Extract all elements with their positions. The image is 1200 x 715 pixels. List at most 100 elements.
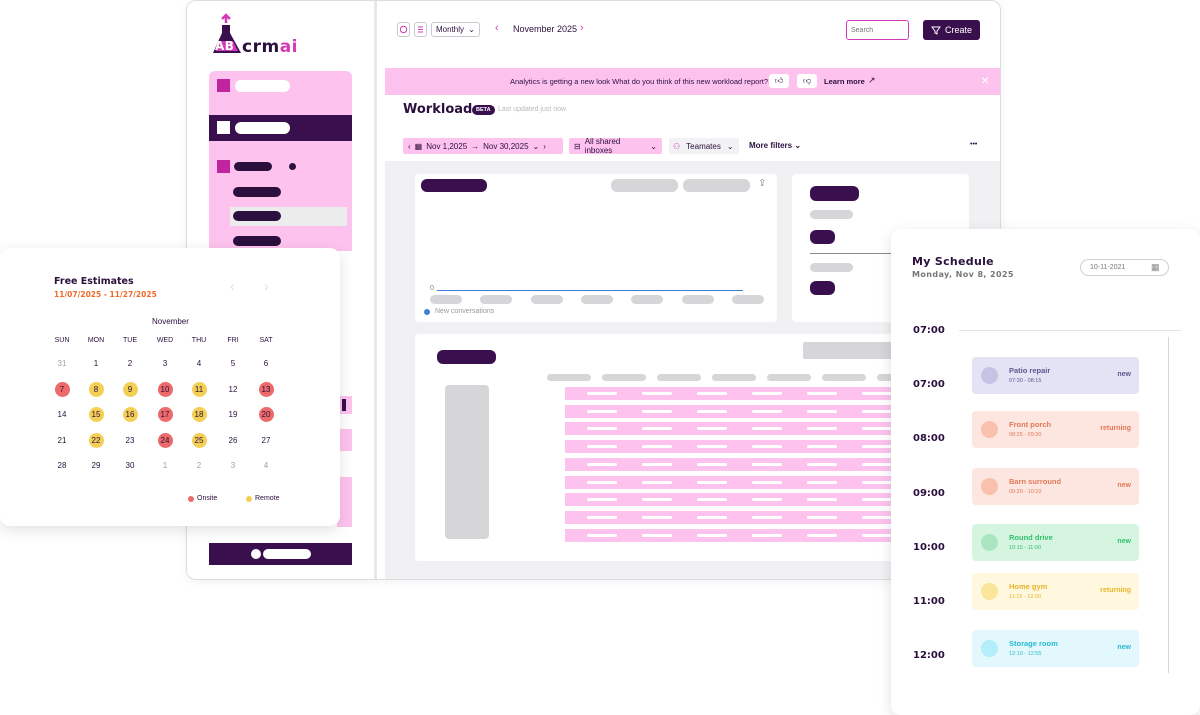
users-icon: ⚇ bbox=[673, 141, 681, 151]
chart-zero-label: 0 bbox=[430, 285, 434, 292]
calendar-day[interactable]: 24 bbox=[157, 432, 173, 448]
calendar-day[interactable]: 15 bbox=[88, 407, 104, 422]
calendar-day[interactable]: 1 bbox=[158, 458, 173, 473]
calendar-day[interactable]: 10 bbox=[157, 381, 173, 397]
calendar-day[interactable]: 25 bbox=[191, 432, 207, 448]
nav-item-1-icon bbox=[217, 79, 230, 92]
nav-subitem-3[interactable] bbox=[233, 236, 281, 246]
view-select[interactable]: Monthly ⌄ bbox=[431, 22, 480, 37]
calendar-day[interactable]: 2 bbox=[123, 356, 138, 371]
nav-item-active-icon bbox=[217, 121, 230, 134]
sidebar-footer-button[interactable] bbox=[209, 543, 352, 565]
upload-icon[interactable]: ⇪ bbox=[758, 178, 766, 189]
event-tag: new bbox=[1117, 644, 1131, 651]
more-options-button[interactable]: ••• bbox=[970, 141, 977, 148]
weekday-header: TUE bbox=[123, 337, 137, 344]
refresh-icon bbox=[399, 25, 408, 34]
schedule-date-input[interactable]: 10-11-2021 ▦ bbox=[1080, 259, 1169, 276]
filter-funnel-icon bbox=[930, 26, 941, 35]
teammates-filter[interactable]: ⚇ Teamates ⌄ bbox=[669, 138, 739, 154]
page-title: Workload bbox=[403, 102, 473, 117]
thumbs-down-button[interactable]: 👎︎ bbox=[797, 74, 817, 88]
calendar-day[interactable]: 16 bbox=[122, 407, 138, 422]
calendar-day[interactable]: 22 bbox=[88, 432, 104, 448]
calendar-day[interactable]: 26 bbox=[226, 433, 241, 448]
remote-legend-label: Remote bbox=[255, 495, 280, 502]
schedule-event[interactable]: Home gym 11:15 - 12:00 returning bbox=[972, 573, 1139, 610]
calendar-day[interactable]: 11 bbox=[191, 381, 207, 397]
nav-group[interactable] bbox=[209, 141, 352, 251]
calendar-day[interactable]: 20 bbox=[258, 407, 274, 422]
chevron-down-icon: ⌄ bbox=[532, 141, 540, 151]
calendar-icon: ▦ bbox=[414, 141, 423, 151]
refresh-button[interactable] bbox=[397, 22, 410, 37]
calendar-day[interactable]: 31 bbox=[55, 356, 70, 371]
announcement-banner: Analytics is getting a new look What do … bbox=[385, 68, 1000, 95]
calendar-day[interactable]: 27 bbox=[259, 433, 274, 448]
weekday-header: WED bbox=[156, 337, 174, 344]
prev-month-button[interactable]: ‹ bbox=[230, 278, 235, 294]
schedule-event[interactable]: Patio repair 07:30 - 08:15 new bbox=[972, 357, 1139, 394]
event-avatar bbox=[981, 583, 998, 600]
calendar-day[interactable]: 18 bbox=[191, 407, 207, 422]
event-time: 08:25 - 09:30 bbox=[1009, 432, 1042, 438]
schedule-event[interactable]: Round drive 10:15 - 11:00 new bbox=[972, 524, 1139, 561]
event-tag: returning bbox=[1100, 425, 1131, 432]
event-time: 11:15 - 12:00 bbox=[1009, 594, 1042, 600]
next-period-button[interactable]: › bbox=[580, 22, 584, 34]
calendar-day[interactable]: 28 bbox=[55, 458, 70, 473]
estimates-range: 11/07/2025 - 11/27/2025 bbox=[54, 290, 157, 299]
event-avatar bbox=[981, 640, 998, 657]
calendar-day[interactable]: 2 bbox=[192, 458, 207, 473]
calendar-day[interactable]: 6 bbox=[259, 356, 274, 371]
calendar-day[interactable]: 4 bbox=[192, 356, 207, 371]
nav-item-1[interactable] bbox=[209, 71, 352, 101]
calendar-day[interactable]: 19 bbox=[226, 407, 241, 422]
calendar-day[interactable]: 12 bbox=[226, 382, 241, 397]
period-label: November 2025 bbox=[513, 24, 578, 34]
weekday-header: FRI bbox=[227, 337, 239, 344]
calendar-day[interactable]: 29 bbox=[89, 458, 104, 473]
chevron-left-icon: ‹ bbox=[408, 141, 411, 151]
calendar-icon: ▦ bbox=[1151, 262, 1160, 272]
calendar-day[interactable]: 4 bbox=[259, 458, 274, 473]
nav-subitem-2[interactable] bbox=[230, 207, 347, 226]
calendar-day[interactable]: 21 bbox=[55, 433, 70, 448]
calendar-day[interactable]: 8 bbox=[88, 381, 104, 397]
schedule-event[interactable]: Barn surround 09:20 - 10:10 new bbox=[972, 468, 1139, 505]
calendar-day[interactable]: 3 bbox=[158, 356, 173, 371]
learn-more-link[interactable]: Learn more bbox=[824, 77, 865, 86]
search-input[interactable] bbox=[846, 20, 909, 40]
schedule-event[interactable]: Storage room 12:10 - 12:55 new bbox=[972, 630, 1139, 667]
calendar-day[interactable]: 17 bbox=[157, 407, 173, 422]
calendar-button[interactable] bbox=[414, 22, 427, 37]
estimates-title: Free Estimates bbox=[54, 276, 134, 287]
calendar-day[interactable]: 23 bbox=[123, 433, 138, 448]
logo-wordmark: AB crmai bbox=[215, 37, 298, 57]
event-avatar bbox=[981, 421, 998, 438]
calendar-day[interactable]: 14 bbox=[55, 407, 70, 422]
date-range-filter[interactable]: ‹ ▦ Nov 1,2025 → Nov 30,2025 ⌄ › bbox=[403, 138, 563, 154]
event-time: 12:10 - 12:55 bbox=[1009, 651, 1042, 657]
schedule-event[interactable]: Front porch 08:25 - 09:30 returning bbox=[972, 411, 1139, 448]
hour-label: 07:00 bbox=[913, 325, 945, 336]
calendar-day[interactable]: 3 bbox=[226, 458, 241, 473]
next-month-button[interactable]: › bbox=[264, 278, 269, 294]
inbox-filter[interactable]: ⊟ All shared inboxes ⌄ bbox=[569, 137, 662, 155]
calendar-day[interactable]: 13 bbox=[258, 381, 274, 397]
calendar-day[interactable]: 7 bbox=[54, 381, 70, 397]
weekday-header: SAT bbox=[259, 337, 273, 344]
banner-close-button[interactable]: × bbox=[981, 72, 989, 88]
thumbs-up-button[interactable]: 👍︎ bbox=[769, 74, 789, 88]
more-filters-button[interactable]: More filters ⌄ bbox=[749, 141, 801, 150]
calendar-day[interactable]: 30 bbox=[123, 458, 138, 473]
calendar-day[interactable]: 9 bbox=[122, 381, 138, 397]
calendar-day[interactable]: 5 bbox=[226, 356, 241, 371]
calendar-day[interactable]: 1 bbox=[89, 356, 104, 371]
create-button[interactable]: Create bbox=[923, 20, 980, 40]
nav-item-active[interactable] bbox=[209, 115, 352, 141]
prev-period-button[interactable]: ‹ bbox=[495, 22, 499, 34]
event-title: Storage room bbox=[1009, 639, 1058, 648]
nav-subitem-1[interactable] bbox=[233, 187, 281, 197]
event-title: Patio repair bbox=[1009, 366, 1051, 375]
